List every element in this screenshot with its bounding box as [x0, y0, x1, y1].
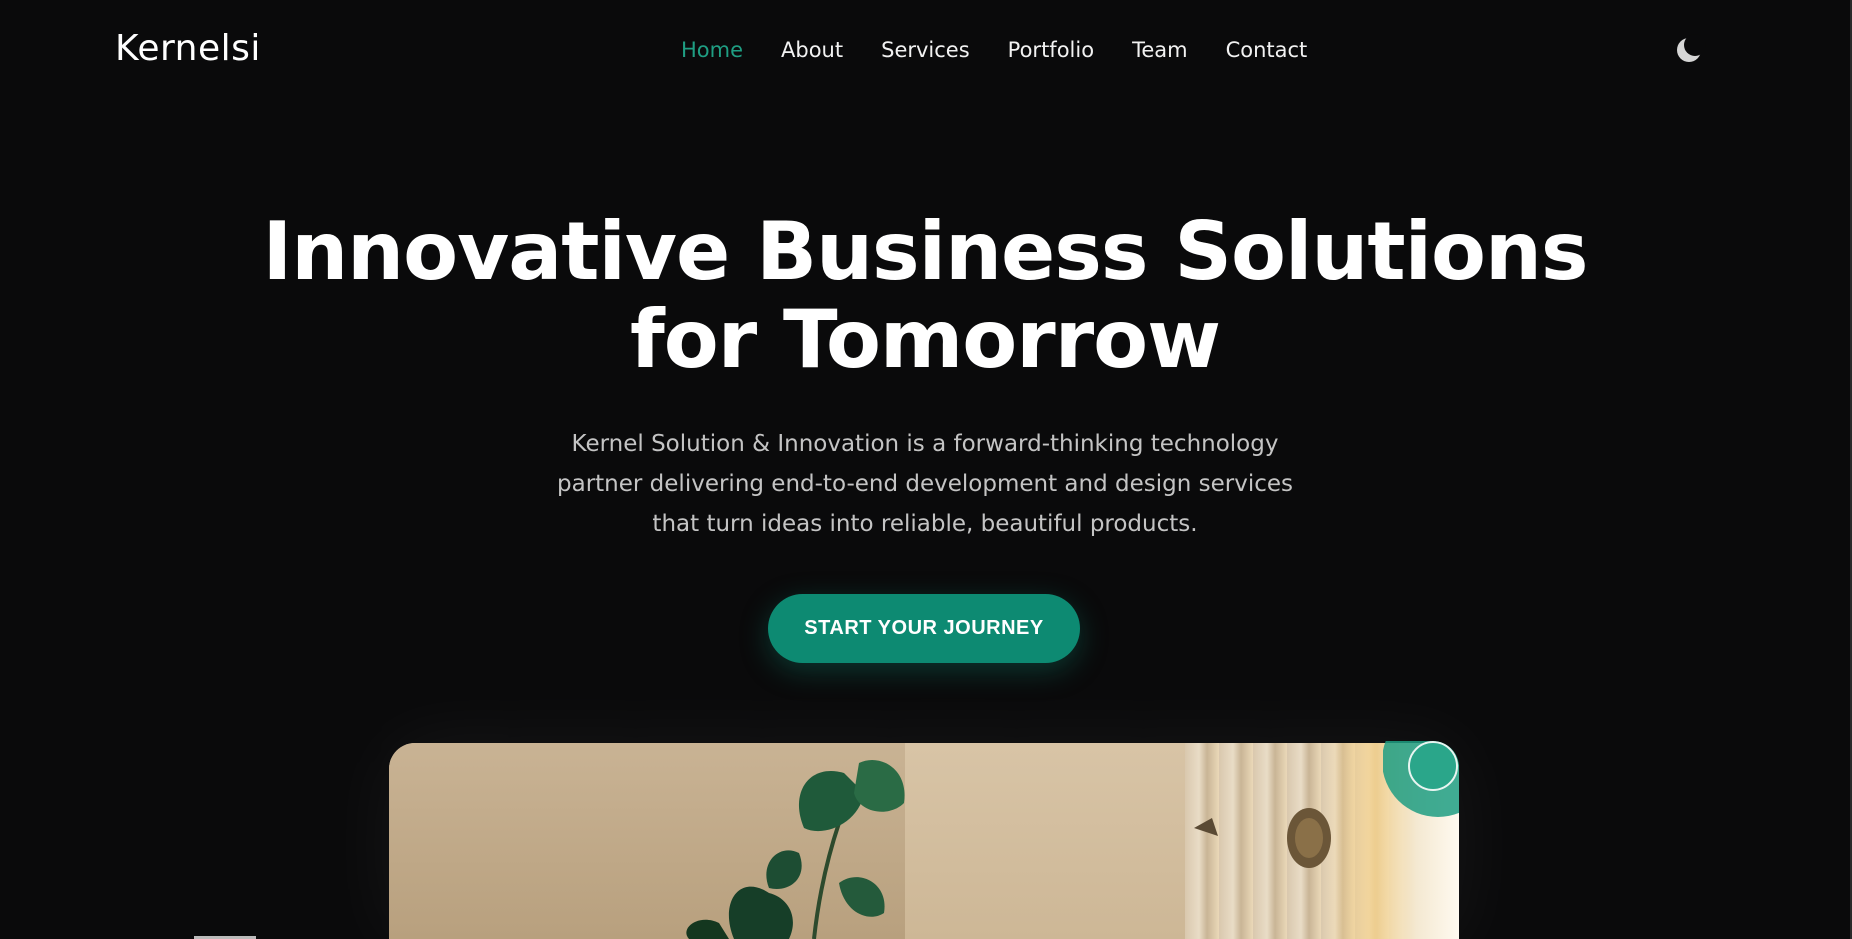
plant-illustration [686, 759, 1331, 939]
hero-title-line-1: Innovative Business Solutions [262, 205, 1588, 298]
nav-link-team[interactable]: Team [1132, 38, 1188, 62]
accent-decoration [1383, 741, 1459, 817]
nav-link-portfolio[interactable]: Portfolio [1008, 38, 1094, 62]
site-header: Kernelsi Home About Services Portfolio T… [0, 0, 1850, 100]
main-nav: Home About Services Portfolio Team Conta… [681, 38, 1307, 62]
hero-title: Innovative Business Solutions for Tomorr… [0, 208, 1850, 384]
moon-icon [1677, 34, 1706, 62]
nav-link-services[interactable]: Services [881, 38, 970, 62]
start-journey-button[interactable]: START YOUR JOURNEY [768, 594, 1080, 663]
site-logo[interactable]: Kernelsi [115, 28, 261, 69]
nav-link-about[interactable]: About [781, 38, 843, 62]
hero-description: Kernel Solution & Innovation is a forwar… [557, 431, 1293, 537]
hero-image [389, 743, 1459, 939]
nav-link-home[interactable]: Home [681, 38, 743, 62]
hero-title-line-2: for Tomorrow [629, 293, 1221, 386]
theme-toggle-button[interactable] [1672, 33, 1706, 67]
nav-link-contact[interactable]: Contact [1226, 38, 1308, 62]
